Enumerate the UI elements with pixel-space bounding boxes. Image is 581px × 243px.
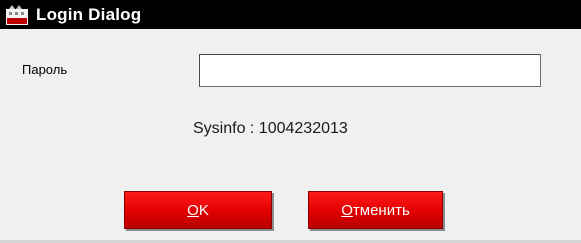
cancel-button[interactable]: Отменить <box>308 191 443 229</box>
app-logo-icon <box>6 4 28 25</box>
sysinfo-text: Sysinfo : 1004232013 <box>193 120 348 137</box>
window-title: Login Dialog <box>36 4 142 24</box>
password-label: Пароль <box>22 62 68 77</box>
cancel-mnemonic: О <box>341 201 353 219</box>
password-field[interactable] <box>199 54 541 87</box>
ok-mnemonic: O <box>187 201 199 219</box>
ok-label-rest: K <box>198 201 209 219</box>
ok-button[interactable]: OK <box>124 191 272 229</box>
title-bar[interactable]: Login Dialog <box>0 0 581 29</box>
login-dialog: Login Dialog Пароль Sysinfo : 1004232013… <box>0 0 581 243</box>
cancel-label-rest: тменить <box>352 201 410 219</box>
